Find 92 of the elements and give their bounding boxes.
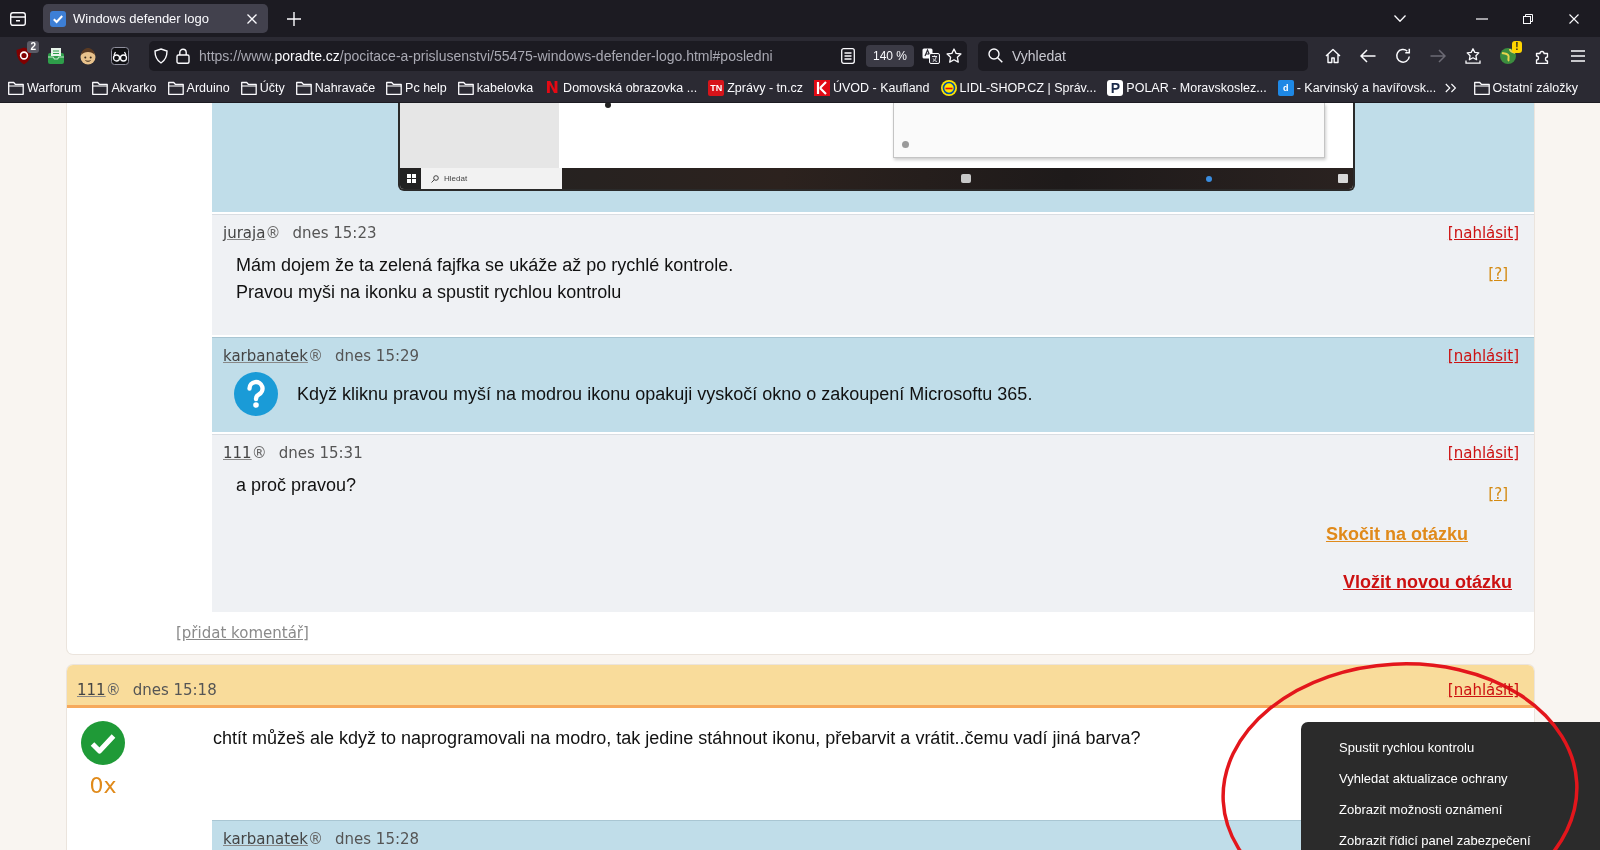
comment-text: a proč pravou? xyxy=(236,474,358,497)
folder-icon xyxy=(295,81,312,95)
comment-time: dnes 15:29 xyxy=(335,347,420,365)
site-logo: N xyxy=(544,80,560,96)
tray-dot-icon xyxy=(1206,175,1212,182)
comment-time: dnes 15:23 xyxy=(292,224,377,242)
tiles-icon xyxy=(407,174,416,183)
folder-icon xyxy=(457,81,474,95)
bookmark-item[interactable]: ÚVOD - Kaufland xyxy=(811,80,932,96)
menu-item[interactable]: Zobrazit řídicí panel zabezpečení xyxy=(1339,832,1531,849)
plus-icon[interactable] xyxy=(287,11,301,26)
bookmark-item[interactable]: LIDL-SHOP.CZ | Správ... xyxy=(938,80,1099,96)
site-logo: TN xyxy=(708,80,725,96)
bookmark-item[interactable]: Arduino xyxy=(165,81,232,95)
author-link[interactable]: juraja xyxy=(223,224,266,242)
double-chevron-icon[interactable] xyxy=(1445,82,1457,94)
author-link[interactable]: 111 xyxy=(223,444,252,462)
report-link[interactable]: [nahlásit] xyxy=(1447,347,1519,365)
comment-text: Mám dojem že ta zelená fajfka se ukáže až po rychlé kontrole. Pravou myši na ikonku a spustit rychlou kontrolu xyxy=(236,254,735,304)
registered-mark: ® xyxy=(308,830,323,848)
menu-icon[interactable] xyxy=(1569,49,1586,62)
folder-icon xyxy=(1473,81,1490,95)
comment-time: dnes 15:28 xyxy=(335,830,420,848)
bookmark-item[interactable]: Nahravače xyxy=(293,81,378,95)
search-icon xyxy=(988,48,1003,63)
bookmark-item[interactable]: P POLAR - Moravskoslez... xyxy=(1105,80,1269,96)
star-icon[interactable] xyxy=(946,47,962,64)
bookmark-item[interactable]: Pc help xyxy=(384,81,449,95)
search-icon xyxy=(431,174,439,183)
taskbar-search-bar: Hledat xyxy=(421,168,562,189)
registered-mark: ® xyxy=(105,680,121,700)
answer-text: chtít můžeš ale když to naprogramovali na modro, tak jedine stáhnout ikonu, přebarvit a vrátit..čemu vadí jiná barva? xyxy=(213,727,1141,750)
star-tray-icon[interactable] xyxy=(1464,47,1481,64)
tab-overview-icon[interactable] xyxy=(10,10,26,27)
circle-icon xyxy=(902,141,909,148)
badge-count: 2 xyxy=(27,40,39,53)
menu-item[interactable]: Zobrazit možnosti oznámení xyxy=(1339,801,1503,818)
home-icon[interactable] xyxy=(1324,47,1341,64)
new-question-link[interactable]: Vložit novou otázku xyxy=(1343,571,1512,593)
site-logo: d xyxy=(1277,80,1294,96)
bookmark-item[interactable]: TN Zprávy - tn.cz xyxy=(706,80,805,96)
bookmark-item[interactable]: Ostatní záložky xyxy=(1471,81,1580,95)
author-link[interactable]: karbanatek xyxy=(223,347,308,365)
chevron-down-icon[interactable] xyxy=(1394,15,1406,22)
reader-view-icon[interactable] xyxy=(840,47,855,64)
site-logo: P xyxy=(1107,80,1124,96)
author-link[interactable]: karbanatek xyxy=(223,830,308,848)
registered-mark: ® xyxy=(308,347,323,365)
address-bar[interactable]: https://www.poradte.cz/pocitace-a-prislusenstvi/55475-windows-defender-logo.html#posledni 140 % xyxy=(149,40,967,71)
bookmark-item[interactable]: Účty xyxy=(238,81,287,95)
answer-time: dnes 15:18 xyxy=(132,680,217,700)
shield-icon[interactable] xyxy=(153,47,169,64)
app-icon xyxy=(961,174,971,183)
folder-icon xyxy=(386,81,403,95)
report-link[interactable]: [nahlásit] xyxy=(1447,224,1519,242)
search-field[interactable]: Vyhledat xyxy=(978,40,1308,71)
menu-item[interactable]: Spustit rychlou kontrolu xyxy=(1339,739,1475,756)
folder-icon xyxy=(167,81,184,95)
comment-time: dnes 15:31 xyxy=(278,444,363,462)
close-icon[interactable] xyxy=(1569,13,1579,24)
folder-icon xyxy=(92,81,109,95)
folder-icon xyxy=(8,81,24,95)
bookmark-item[interactable]: N Domovská obrazovka ... xyxy=(542,80,700,96)
bookmark-item[interactable]: Warforum xyxy=(6,81,84,95)
alert-badge: ! xyxy=(1512,40,1522,53)
glasses-icon[interactable] xyxy=(111,46,129,65)
bookmark-item[interactable]: d - Karvinský a havířovsk... xyxy=(1275,80,1439,96)
bookmark-item[interactable]: Akvarko xyxy=(90,81,159,95)
url-text: https://www.poradte.cz/pocitace-a-prislusenstvi/55475-windows-defender-logo.html#posledni xyxy=(199,47,774,64)
registered-mark: ® xyxy=(251,444,267,462)
close-icon[interactable] xyxy=(247,13,257,24)
lock-icon[interactable] xyxy=(176,47,190,64)
registered-mark: ® xyxy=(265,224,281,242)
tray-icon[interactable] xyxy=(47,46,65,65)
report-link[interactable]: [nahlásit] xyxy=(1447,444,1519,462)
folder-icon xyxy=(240,81,257,95)
restore-icon[interactable] xyxy=(1523,13,1533,24)
bookmark-item[interactable]: kabelovka xyxy=(455,81,536,95)
back-arrow-icon[interactable] xyxy=(1359,48,1376,63)
zoom-level-button[interactable]: 140 % xyxy=(865,44,914,67)
menu-item[interactable]: Vyhledat aktualizace ochrany xyxy=(1339,770,1508,787)
translate-icon[interactable] xyxy=(922,47,940,64)
minimize-icon[interactable] xyxy=(1476,17,1488,20)
notification-icon xyxy=(1338,174,1348,183)
reload-icon[interactable] xyxy=(1394,47,1411,64)
add-comment-link[interactable]: [přidat komentář] xyxy=(176,623,309,643)
author-link[interactable]: 111 xyxy=(77,680,106,700)
comment-text: Když kliknu pravou myší na modrou ikonu opakuji vyskočí okno o zakoupení Microsoftu 365. xyxy=(297,382,1034,406)
check-square-icon xyxy=(50,10,66,27)
browser-tab[interactable]: Windows defender logo xyxy=(43,4,268,33)
vote-count: 0x xyxy=(89,773,117,799)
cartoon-face-icon[interactable] xyxy=(79,46,97,65)
